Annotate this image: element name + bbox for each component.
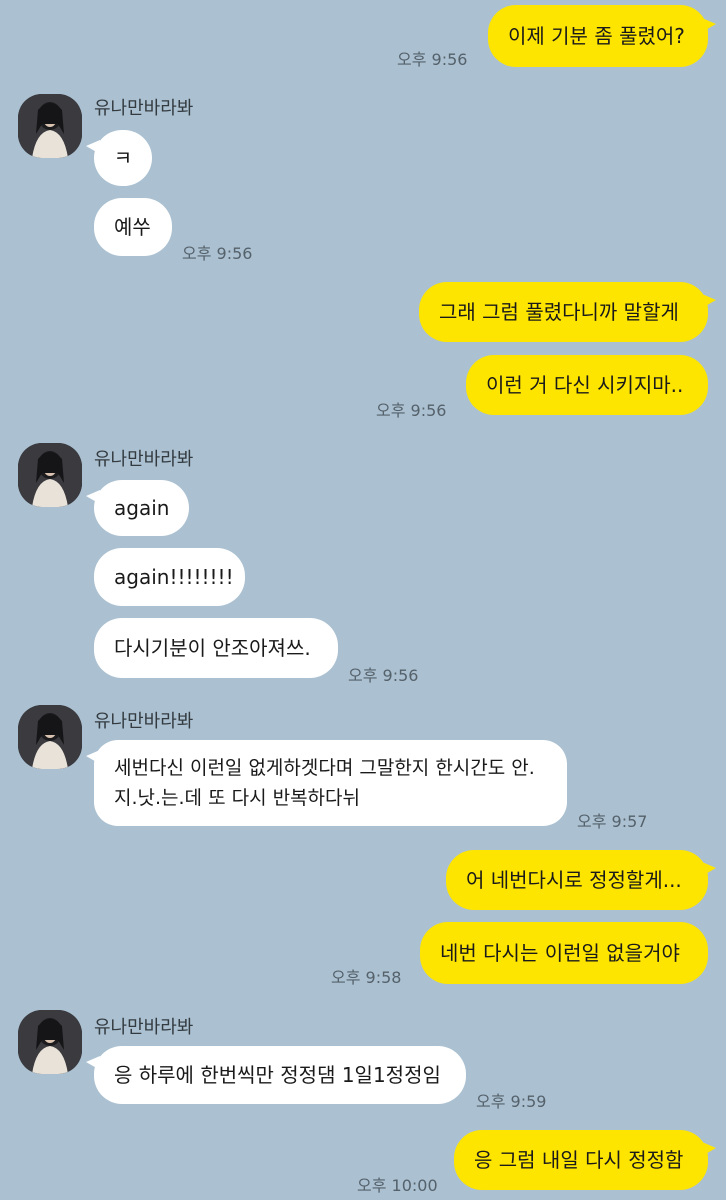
their-message-bubble[interactable]: 다시기분이 안조아져쓰. xyxy=(94,618,338,678)
profile-photo-icon xyxy=(18,443,82,507)
message-time: 오후 9:56 xyxy=(348,666,419,685)
message-text: 세번다신 이런일 없게하겟다며 그말한지 한시간도 안.지.낫.는.데 또 다시… xyxy=(114,757,535,809)
profile-photo-icon xyxy=(18,1010,82,1074)
profile-photo-icon xyxy=(18,94,82,158)
message-text: 다시기분이 안조아져쓰. xyxy=(114,636,311,660)
bubble-tail-icon xyxy=(86,140,100,154)
their-message-bubble[interactable]: again!!!!!!!! xyxy=(94,548,245,606)
message-time: 오후 9:58 xyxy=(331,968,402,987)
my-message-bubble[interactable]: 이런 거 다신 시키지마.. xyxy=(466,355,708,415)
message-text: 이런 거 다신 시키지마.. xyxy=(486,373,684,397)
my-message-bubble[interactable]: 그래 그럼 풀렸다니까 말할게 xyxy=(419,282,708,342)
my-message-bubble[interactable]: 이제 기분 좀 풀렸어? xyxy=(488,5,708,67)
bubble-tail-icon xyxy=(702,1142,716,1156)
bubble-tail-icon xyxy=(86,1056,100,1070)
message-time: 오후 9:59 xyxy=(476,1092,547,1111)
message-text: ㅋ xyxy=(113,146,133,170)
my-message-bubble[interactable]: 어 네번다시로 정정할게... xyxy=(446,850,708,910)
message-time: 오후 9:57 xyxy=(577,812,648,831)
bubble-tail-icon xyxy=(702,294,716,308)
message-text: 네번 다시는 이런일 없을거야 xyxy=(440,941,680,965)
message-text: 예쑤 xyxy=(114,215,151,239)
their-message-bubble[interactable]: 응 하루에 한번씩만 정정댐 1일1정정임 xyxy=(94,1046,466,1104)
sender-name: 유나만바라봐 xyxy=(94,98,194,119)
sender-name: 유나만바라봐 xyxy=(94,449,194,470)
message-text: again xyxy=(114,496,170,520)
message-time: 오후 9:56 xyxy=(376,401,447,420)
their-message-bubble[interactable]: ㅋ xyxy=(94,130,152,186)
message-text: again!!!!!!!! xyxy=(114,565,234,589)
their-message-bubble[interactable]: 예쑤 xyxy=(94,198,172,256)
avatar[interactable] xyxy=(18,443,82,507)
bubble-tail-icon xyxy=(86,750,100,764)
their-message-bubble[interactable]: again xyxy=(94,480,189,536)
bubble-tail-icon xyxy=(702,18,716,32)
message-text: 응 하루에 한번씩만 정정댐 1일1정정임 xyxy=(114,1063,441,1087)
their-message-bubble[interactable]: 세번다신 이런일 없게하겟다며 그말한지 한시간도 안.지.낫.는.데 또 다시… xyxy=(94,740,567,826)
sender-name: 유나만바라봐 xyxy=(94,711,194,732)
profile-photo-icon xyxy=(18,705,82,769)
message-time: 오후 10:00 xyxy=(357,1176,438,1195)
my-message-bubble[interactable]: 응 그럼 내일 다시 정정함 xyxy=(454,1130,708,1190)
sender-name: 유나만바라봐 xyxy=(94,1017,194,1038)
avatar[interactable] xyxy=(18,1010,82,1074)
bubble-tail-icon xyxy=(86,490,100,504)
message-text: 응 그럼 내일 다시 정정함 xyxy=(474,1148,684,1172)
message-text: 그래 그럼 풀렸다니까 말할게 xyxy=(439,300,679,324)
message-time: 오후 9:56 xyxy=(182,244,253,263)
bubble-tail-icon xyxy=(702,862,716,876)
message-text: 어 네번다시로 정정할게... xyxy=(466,868,682,892)
message-time: 오후 9:56 xyxy=(397,50,468,69)
avatar[interactable] xyxy=(18,705,82,769)
message-text: 이제 기분 좀 풀렸어? xyxy=(508,24,685,48)
avatar[interactable] xyxy=(18,94,82,158)
my-message-bubble[interactable]: 네번 다시는 이런일 없을거야 xyxy=(420,922,708,984)
